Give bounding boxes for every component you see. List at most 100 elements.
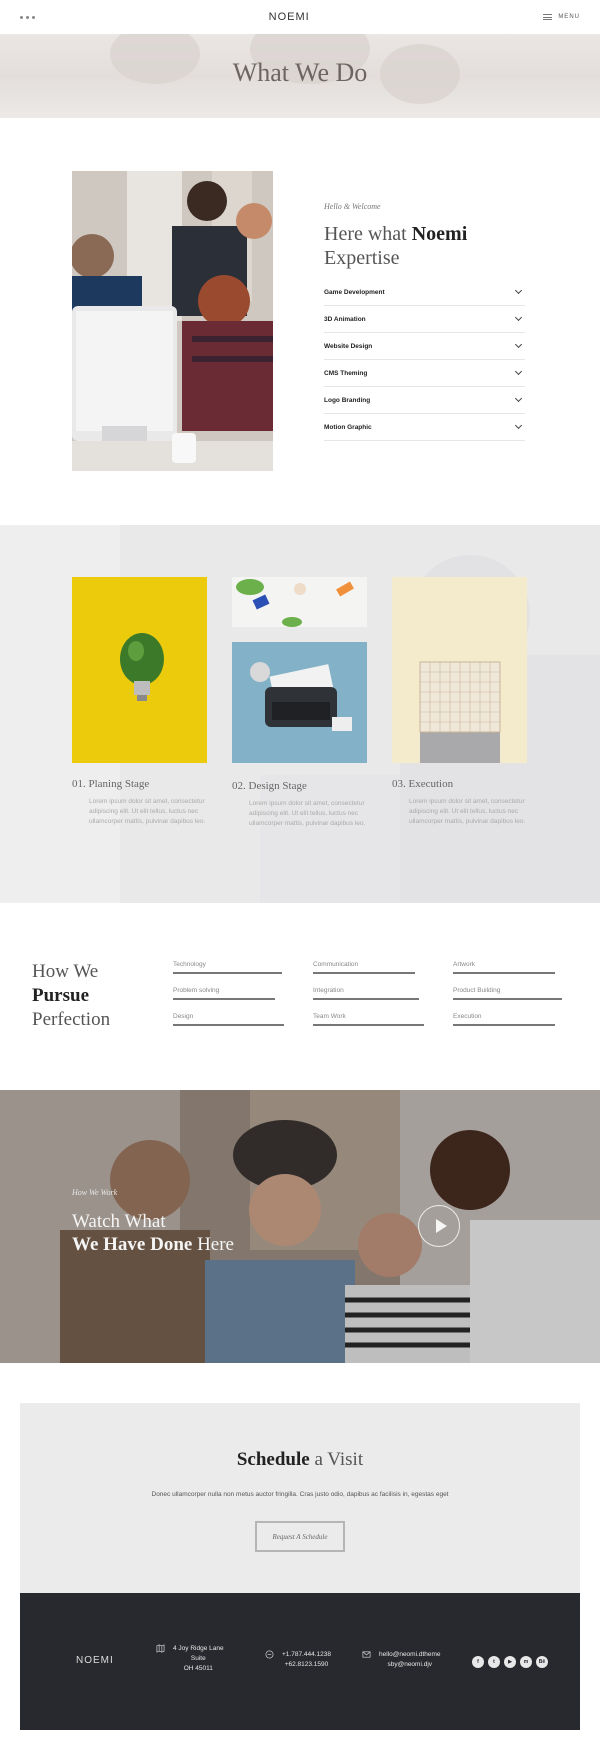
expertise-accordion: Game Development 3D Animation Website De…	[324, 279, 525, 441]
email-2[interactable]: sby@neomi.djv	[379, 1660, 441, 1670]
skill-label: Problem solving	[173, 987, 220, 994]
skill-label: Team Work	[313, 1013, 346, 1020]
stage-design-image	[232, 642, 367, 763]
pursue-title: How We Pursue Perfection	[32, 960, 110, 1032]
lightbulb-illustration	[72, 577, 207, 763]
page-title: What We Do	[232, 58, 368, 87]
chevron-down-icon	[514, 367, 523, 376]
stage-description: Lorem ipsum dolor sit amet, consectetur …	[249, 800, 366, 827]
stage-planning-image	[72, 577, 207, 763]
request-schedule-button[interactable]: Request A Schedule	[255, 1521, 345, 1552]
team-photo	[72, 171, 273, 471]
facebook-icon[interactable]: f	[472, 1656, 484, 1668]
accordion-item-3d-animation[interactable]: 3D Animation	[324, 306, 525, 333]
pursue-title-bold: Pursue	[32, 985, 89, 1006]
footer-brand[interactable]: NOEMI	[76, 1655, 114, 1666]
skill-progress	[313, 972, 415, 974]
accordion-item-motion-graphic[interactable]: Motion Graphic	[324, 414, 525, 441]
skill-progress	[313, 1024, 424, 1026]
schedule-section: Schedule a Visit Donec ullamcorper nulla…	[20, 1403, 580, 1593]
skill-bar: Execution	[453, 1013, 555, 1026]
accordion-item-game-development[interactable]: Game Development	[324, 279, 525, 306]
skill-label: Technology	[173, 961, 206, 968]
chevron-down-icon	[514, 340, 523, 349]
stage-title: 03. Execution	[392, 778, 454, 790]
skill-progress	[173, 972, 282, 974]
footer-address: 4 Joy Ridge Lane Suite OH 45011	[156, 1644, 224, 1674]
typewriter-illustration	[232, 642, 367, 763]
accordion-item-label: 3D Animation	[324, 315, 366, 323]
chevron-down-icon	[514, 421, 523, 430]
video-title-tail: Here	[197, 1234, 234, 1255]
video-title-line1: Watch What	[72, 1211, 166, 1232]
pursue-title-line3: Perfection	[32, 1009, 111, 1030]
address-line-2: Suite	[190, 1655, 206, 1662]
skill-progress	[453, 1024, 555, 1026]
behance-icon[interactable]: Bē	[536, 1656, 548, 1668]
top-bar: NOEMI MENU	[0, 0, 600, 34]
expertise-title-part1: Here what	[324, 223, 407, 245]
chevron-down-icon	[514, 394, 523, 403]
menu-button[interactable]: MENU	[543, 14, 580, 20]
skill-bar: Problem solving	[173, 987, 275, 1000]
expertise-eyebrow: Hello & Welcome	[324, 202, 381, 211]
schedule-description: Donec ullamcorper nulla non metus auctor…	[151, 1491, 449, 1498]
accordion-item-cms-theming[interactable]: CMS Theming	[324, 360, 525, 387]
mail-icon	[362, 1651, 371, 1658]
stage-title: 02. Design Stage	[232, 780, 307, 792]
chevron-down-icon	[514, 286, 523, 295]
more-dots-icon[interactable]	[20, 15, 35, 19]
skill-label: Design	[173, 1013, 194, 1020]
schedule-title: Schedule a Visit	[20, 1449, 580, 1471]
skill-progress	[453, 998, 562, 1000]
accordion-item-label: Logo Branding	[324, 396, 371, 404]
phone-icon	[265, 1650, 274, 1659]
footer-phones: +1.787.444.1238 +62.8123.1590	[265, 1650, 331, 1670]
expertise-title-part2: Expertise	[324, 247, 400, 269]
accordion-item-label: CMS Theming	[324, 369, 368, 377]
brand-logo[interactable]: NOEMI	[269, 11, 310, 23]
skill-progress	[173, 1024, 284, 1026]
skill-bar: Integration	[313, 987, 419, 1000]
address-line-1: 4 Joy Ridge Lane	[173, 1645, 224, 1652]
stage-title: 01. Planing Stage	[72, 778, 150, 790]
messenger-icon[interactable]: m	[520, 1656, 532, 1668]
phone-1[interactable]: +1.787.444.1238	[282, 1650, 331, 1660]
accordion-item-label: Website Design	[324, 342, 373, 350]
team-photo-illustration	[72, 171, 273, 471]
accordion-item-label: Motion Graphic	[324, 423, 372, 431]
map-icon	[156, 1644, 165, 1653]
phone-2[interactable]: +62.8123.1590	[282, 1660, 331, 1670]
play-video-button[interactable]	[418, 1205, 460, 1247]
video-title-bold: We Have Done	[72, 1234, 193, 1255]
accordion-item-website-design[interactable]: Website Design	[324, 333, 525, 360]
skill-label: Artwork	[453, 961, 476, 968]
skill-progress	[453, 972, 555, 974]
page-hero: What We Do	[0, 34, 600, 118]
accordion-item-label: Game Development	[324, 288, 385, 296]
schedule-title-rest: a Visit	[314, 1449, 364, 1470]
twitter-icon[interactable]: t	[488, 1656, 500, 1668]
skill-bar: Product Building	[453, 987, 562, 1000]
skill-label: Execution	[453, 1013, 482, 1020]
skill-bar: Design	[173, 1013, 284, 1026]
menu-label: MENU	[558, 14, 580, 20]
address-line-3: OH 45011	[183, 1665, 213, 1672]
person-with-paper-illustration	[392, 577, 527, 763]
pursue-title-line1: How We	[32, 961, 99, 982]
footer-emails: hello@neomi.dtheme sby@neomi.djv	[362, 1650, 441, 1670]
video-title: Watch What We Have Done Here	[72, 1210, 234, 1256]
skill-bar: Communication	[313, 961, 415, 974]
email-1[interactable]: hello@neomi.dtheme	[379, 1650, 441, 1660]
stage-execution-image	[392, 577, 527, 763]
chevron-down-icon	[514, 313, 523, 322]
stage-description: Lorem ipsum dolor sit amet, consectetur …	[89, 798, 206, 825]
skill-label: Communication	[313, 961, 359, 968]
accordion-item-logo-branding[interactable]: Logo Branding	[324, 387, 525, 414]
hamburger-icon	[543, 14, 553, 20]
skill-bar: Technology	[173, 961, 282, 974]
social-links: f t ▶ m Bē	[472, 1656, 548, 1668]
stage-description: Lorem ipsum dolor sit amet, consectetur …	[409, 798, 526, 825]
expertise-title: Here what Noemi Expertise	[324, 222, 467, 270]
youtube-icon[interactable]: ▶	[504, 1656, 516, 1668]
